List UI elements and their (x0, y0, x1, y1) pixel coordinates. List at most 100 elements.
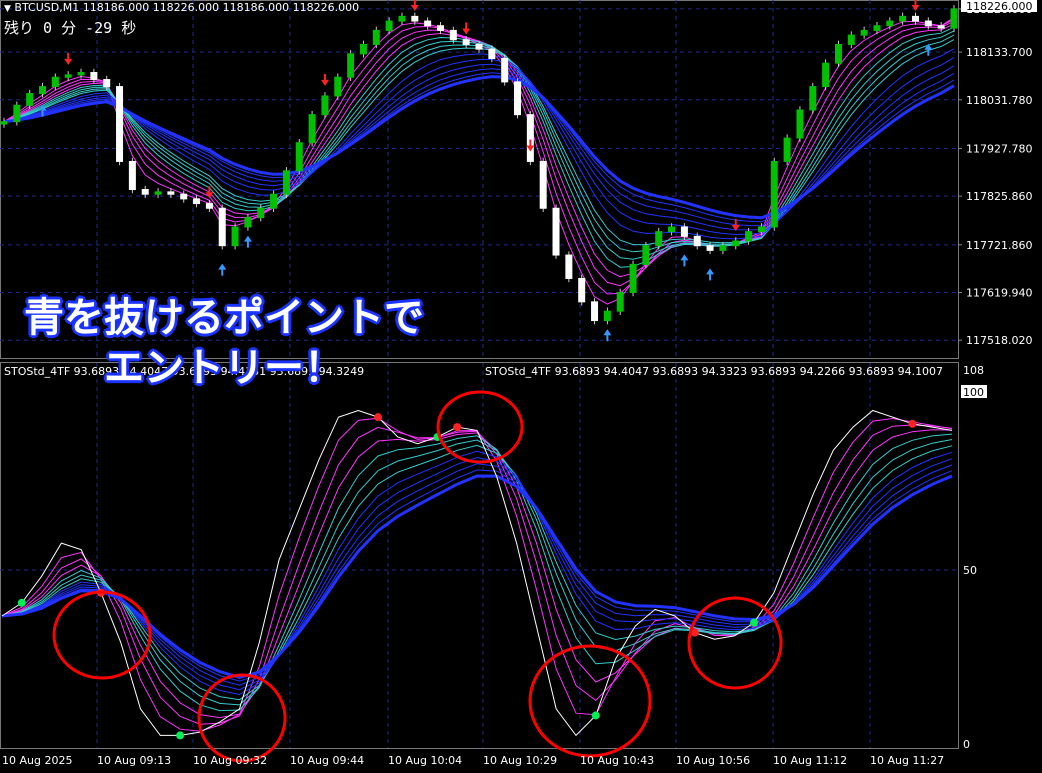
candle-body (282, 170, 290, 195)
indicator-tick-label: 108 (963, 364, 984, 377)
indicator-label-2: STOStd_4TF 93.6893 94.4047 93.6893 94.33… (485, 365, 944, 378)
candle-body (860, 29, 868, 36)
candle-body (154, 191, 162, 195)
candle-body (603, 310, 611, 322)
candle-body (911, 15, 919, 22)
time-tick-label: 10 Aug 09:44 (290, 754, 364, 767)
candle-body (218, 207, 226, 247)
candle-body (193, 198, 201, 205)
indicator-tick-label: 50 (963, 564, 977, 577)
annotation-line-2: エントリー！ (104, 345, 344, 391)
price-tick-label: 118031.780 (966, 94, 1032, 107)
candle-body (886, 20, 894, 27)
candle-body (950, 8, 958, 29)
candle-body (488, 48, 496, 59)
candle-body (90, 72, 98, 81)
time-tick-label: 10 Aug 10:29 (483, 754, 557, 767)
candle-body (680, 226, 688, 237)
signal-dot (908, 419, 917, 428)
indicator-tick-label: 0 (963, 738, 970, 751)
candle-body (514, 81, 522, 116)
candle-body (77, 72, 85, 76)
candle-body (847, 34, 855, 45)
time-tick-label: 10 Aug 11:27 (870, 754, 944, 767)
candle-body (539, 160, 547, 209)
price-tick-label: 118133.700 (966, 46, 1032, 59)
symbol-header: ▼ BTCUSD,M1 118186.000 118226.000 118186… (4, 1, 359, 14)
candle-body (449, 29, 457, 41)
candle-body (398, 15, 406, 22)
signal-dot (453, 423, 462, 432)
price-tick-label: 117927.780 (966, 142, 1032, 155)
candle-body (501, 57, 509, 83)
price-tick-label: 117619.940 (966, 287, 1032, 300)
candle-body (51, 76, 59, 88)
candle-body (436, 25, 444, 31)
candle-body (578, 277, 586, 303)
countdown: 残り 0 分 -29 秒 (4, 19, 137, 37)
candle-body (668, 226, 676, 233)
candle-body (834, 43, 842, 64)
dropdown-triangle-icon[interactable]: ▼ (4, 4, 11, 14)
candle-body (526, 114, 534, 162)
candle-body (873, 25, 881, 31)
price-tick-label: 117721.860 (966, 239, 1032, 252)
candle-body (642, 245, 650, 265)
candle-body (321, 95, 329, 116)
candle-body (655, 231, 663, 247)
candle-body (205, 203, 213, 209)
candle-body (616, 291, 624, 312)
annotation-line-1: 青を抜けるポイントで (24, 295, 424, 341)
time-tick-label: 10 Aug 10:04 (388, 754, 462, 767)
signal-dot (176, 731, 185, 740)
signal-dot (17, 598, 26, 607)
indicator-tick-label: 100 (963, 386, 984, 399)
candle-body (0, 121, 8, 125)
candle-body (899, 15, 907, 22)
candle-body (757, 226, 765, 233)
candle-body (334, 76, 342, 97)
candle-body (732, 240, 740, 247)
candle-body (783, 137, 791, 162)
candle-body (231, 226, 239, 247)
candle-body (770, 160, 778, 228)
price-tick-label: 117825.860 (966, 190, 1032, 203)
candle-body (308, 114, 316, 144)
candle-body (565, 254, 573, 279)
candle-body (424, 20, 432, 27)
candle-body (629, 263, 637, 293)
candle-body (64, 74, 72, 78)
candle-body (141, 189, 149, 195)
candle-body (13, 104, 21, 123)
current-price-label: 118226.000 (966, 0, 1032, 13)
candle-body (385, 20, 393, 31)
candle-body (347, 53, 355, 78)
candle-body (26, 93, 34, 106)
candle-body (745, 231, 753, 242)
candle-body (822, 62, 830, 88)
candle-body (116, 86, 124, 162)
candle-body (103, 79, 111, 88)
time-tick-label: 10 Aug 10:56 (676, 754, 750, 767)
candle-body (270, 193, 278, 209)
candle-body (475, 43, 483, 50)
time-tick-label: 10 Aug 11:12 (773, 754, 847, 767)
price-tick-label: 117518.020 (966, 334, 1032, 347)
candle-body (796, 109, 804, 139)
signal-dot (374, 413, 383, 422)
signal-dot (591, 711, 600, 720)
candle-body (924, 20, 932, 27)
symbol-line: BTCUSD,M1 118186.000 118226.000 118186.0… (14, 1, 360, 14)
signal-dot (750, 618, 759, 627)
time-tick-label: 10 Aug 10:43 (580, 754, 654, 767)
candle-body (552, 207, 560, 256)
candle-body (39, 86, 47, 95)
candle-body (359, 43, 367, 55)
candle-body (809, 86, 817, 111)
candle-body (295, 142, 303, 172)
time-tick-label: 10 Aug 09:32 (193, 754, 267, 767)
candle-body (719, 245, 727, 251)
candle-body (462, 39, 470, 45)
candle-body (411, 15, 419, 22)
time-tick-label: 10 Aug 2025 (2, 754, 72, 767)
